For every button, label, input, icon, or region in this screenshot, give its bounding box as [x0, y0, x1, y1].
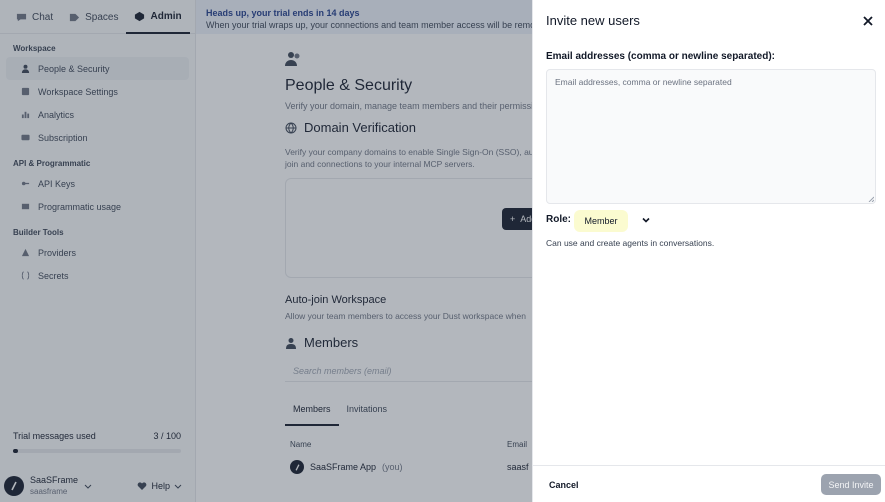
role-select[interactable]: Member [574, 210, 628, 232]
email-addresses-input[interactable] [546, 69, 876, 204]
dialog-title: Invite new users [546, 13, 640, 28]
chevron-down-icon[interactable] [641, 215, 651, 225]
dialog-footer: Cancel Send Invite [533, 465, 885, 502]
close-icon [863, 16, 873, 26]
close-button[interactable] [861, 14, 875, 28]
resize-handle-icon[interactable] [868, 196, 874, 202]
invite-users-dialog: Invite new users Email addresses (comma … [532, 0, 885, 502]
role-label: Role: [546, 214, 571, 225]
send-invite-button[interactable]: Send Invite [821, 474, 881, 495]
cancel-button[interactable]: Cancel [541, 474, 587, 496]
role-description: Can use and create agents in conversatio… [546, 238, 715, 248]
email-field-label: Email addresses (comma or newline separa… [546, 51, 775, 62]
